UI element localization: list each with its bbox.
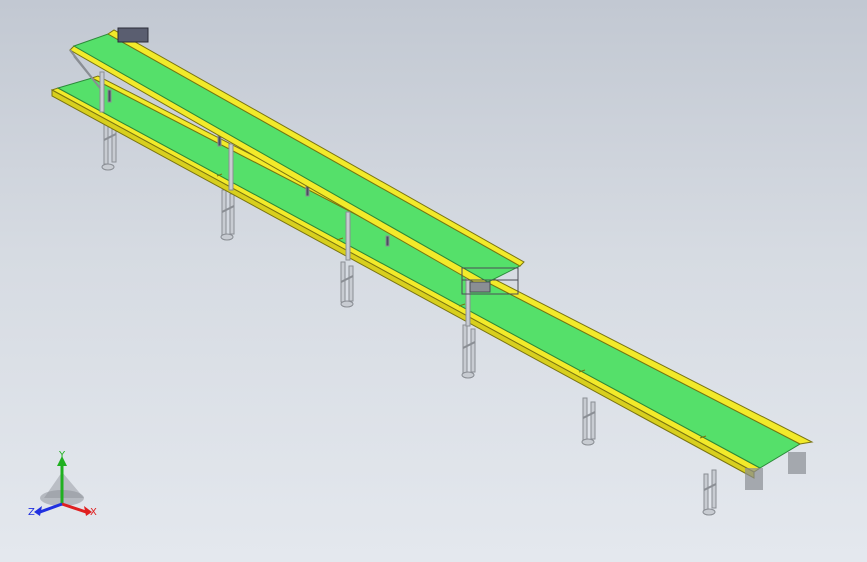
upper-frame-near (69, 45, 489, 289)
x-axis-arrow (61, 502, 87, 514)
coordinate-triad[interactable]: Y X Z (28, 450, 97, 518)
lower-conveyor-legs (101, 113, 717, 516)
triad-x-label: X (90, 507, 97, 518)
upper-belt (72, 33, 522, 283)
leg-2 (220, 189, 235, 241)
graphics-viewport[interactable]: Y X Z (0, 0, 867, 562)
lower-belt (56, 77, 802, 469)
leg-6 (702, 469, 717, 516)
leg-5 (581, 397, 596, 446)
triad-z-label: Z (28, 507, 35, 518)
model-view[interactable]: Y X Z (0, 0, 867, 562)
z-axis-arrow (39, 502, 63, 514)
lower-conveyor[interactable] (50, 75, 814, 516)
leg-3 (340, 261, 354, 308)
lower-frame-near (50, 87, 761, 473)
triad-y-label: Y (58, 450, 66, 461)
leg-4 (461, 324, 476, 379)
drive-motor (117, 27, 149, 43)
